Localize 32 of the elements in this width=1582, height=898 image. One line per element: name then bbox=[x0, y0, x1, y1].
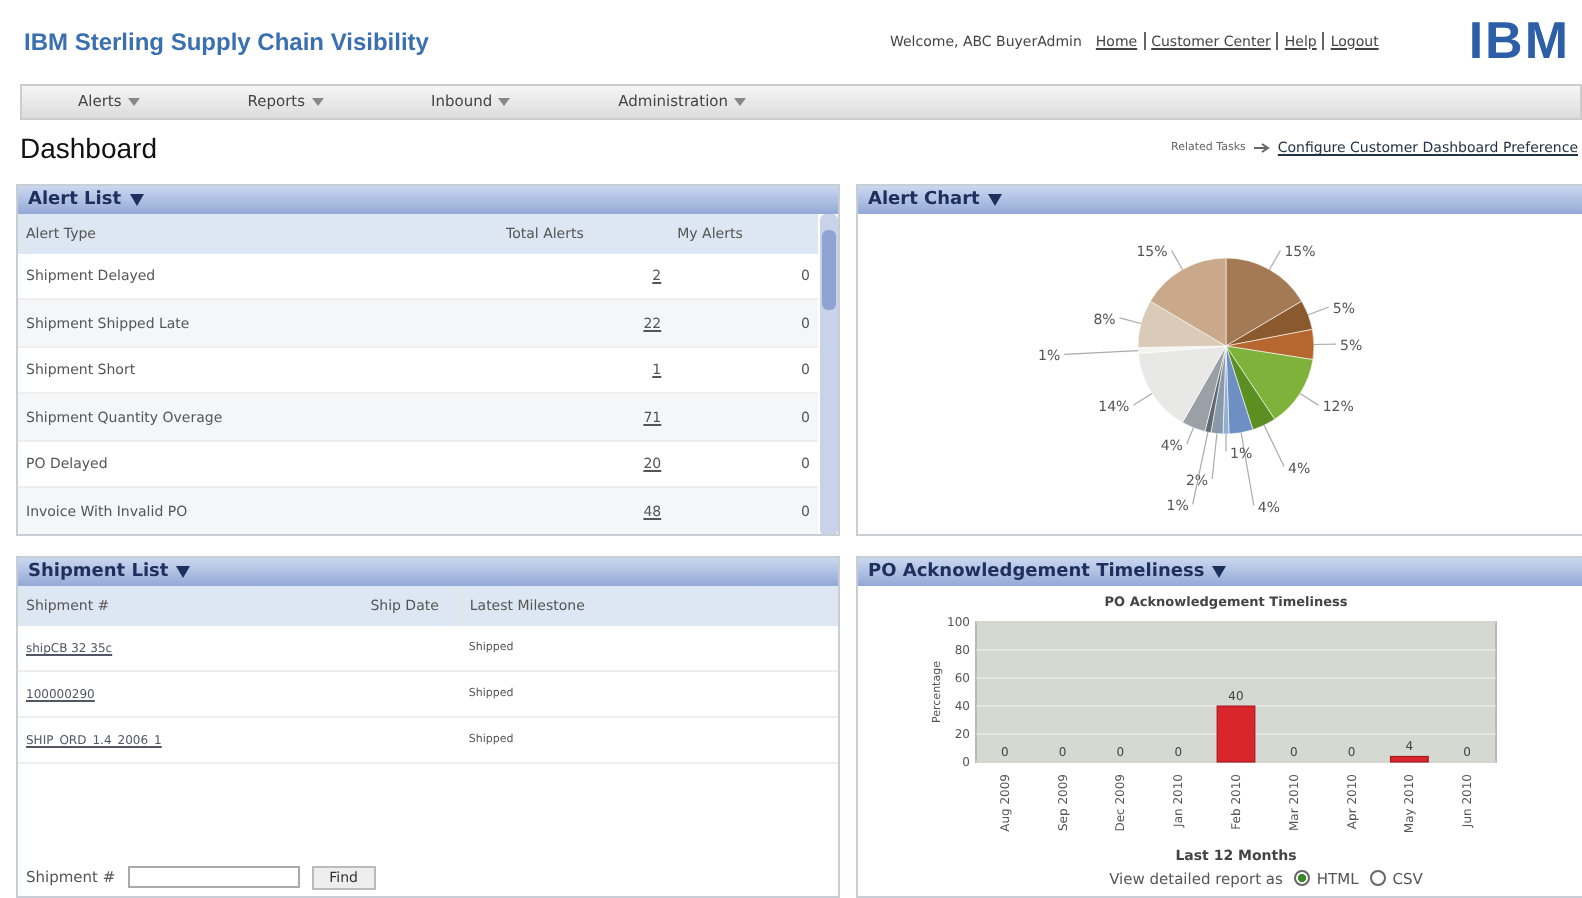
logo: IBM bbox=[1468, 10, 1570, 73]
panel-header[interactable]: Alert List bbox=[18, 185, 838, 214]
leader-line bbox=[1132, 392, 1153, 406]
dropdown-icon bbox=[176, 565, 191, 578]
leader-line bbox=[1299, 392, 1320, 406]
caret-icon bbox=[498, 97, 511, 106]
leader-line bbox=[1268, 249, 1282, 271]
scrollbar[interactable] bbox=[820, 213, 838, 534]
bar bbox=[1389, 755, 1429, 763]
radio-button[interactable] bbox=[1370, 870, 1387, 887]
panel-header[interactable]: Shipment List bbox=[18, 557, 838, 586]
radio-button[interactable] bbox=[1294, 870, 1311, 887]
leader-line bbox=[1313, 343, 1337, 346]
dropdown-icon bbox=[987, 193, 1002, 206]
leader-line bbox=[1263, 424, 1285, 468]
caret-icon bbox=[311, 97, 324, 106]
dropdown-icon bbox=[129, 193, 144, 206]
arrow-icon bbox=[1253, 142, 1270, 155]
caret-icon bbox=[734, 97, 747, 106]
panel-header[interactable]: Alert Chart bbox=[858, 185, 1582, 214]
leader-line bbox=[1063, 349, 1139, 355]
dropdown-icon bbox=[1212, 565, 1227, 578]
leader-line bbox=[1170, 249, 1184, 271]
leader-line bbox=[1119, 317, 1142, 325]
app-title: IBM Sterling Supply Chain Visibility bbox=[24, 27, 429, 56]
bar bbox=[1216, 705, 1256, 763]
page-title: Dashboard bbox=[20, 132, 157, 165]
panel-header[interactable]: PO Acknowledgement Timeliness bbox=[858, 557, 1582, 586]
leader-line bbox=[1225, 433, 1227, 453]
shipment-field[interactable] bbox=[127, 866, 300, 889]
leader-line bbox=[1307, 306, 1330, 316]
caret-icon bbox=[127, 97, 140, 106]
